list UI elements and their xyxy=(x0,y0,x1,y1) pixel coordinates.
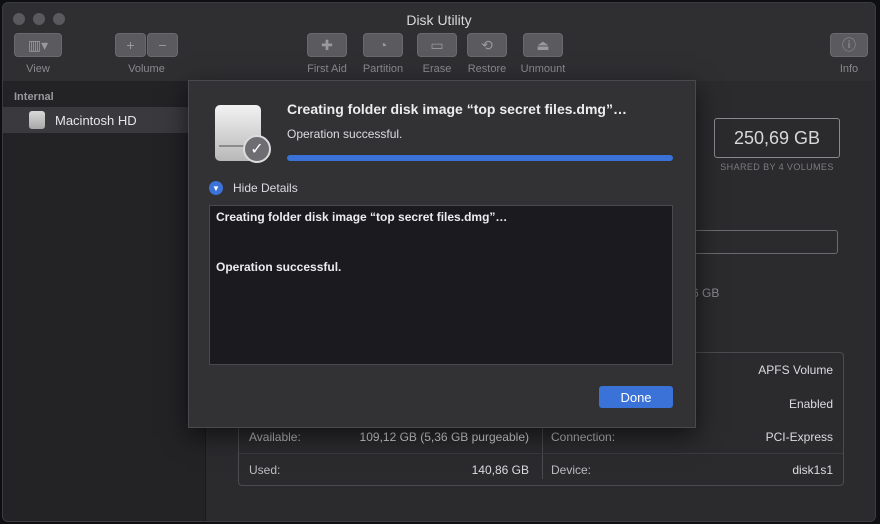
window-title: Disk Utility xyxy=(406,12,472,28)
connection-value: PCI-Express xyxy=(765,430,833,444)
row-divider xyxy=(239,453,843,454)
progress-fill xyxy=(287,155,673,161)
erase-icon: ▭ xyxy=(430,36,444,53)
partition-button[interactable]: ◔ xyxy=(363,33,403,57)
column-divider xyxy=(542,425,543,479)
first-aid-button[interactable]: ✚ xyxy=(307,33,347,57)
available-value: 109,12 GB (5,36 GB purgeable) xyxy=(359,430,529,444)
operation-status: Operation successful. xyxy=(287,127,403,141)
minus-icon: − xyxy=(158,37,167,53)
info-button[interactable]: ⓘ xyxy=(830,33,868,57)
info-icon: ⓘ xyxy=(842,37,856,53)
used-label: Used: xyxy=(249,463,281,477)
device-value: disk1s1 xyxy=(792,463,833,477)
stethoscope-icon: ✚ xyxy=(321,36,333,53)
sidebar-view-icon: ▥▾ xyxy=(27,36,49,53)
hard-disk-icon xyxy=(29,111,45,129)
eject-icon: ⏏ xyxy=(536,36,550,53)
log-line: Operation successful. xyxy=(216,260,342,274)
partition-icon: ◔ xyxy=(378,37,388,53)
restore-button[interactable]: ⟲ xyxy=(467,33,507,57)
type-value: APFS Volume xyxy=(758,363,833,377)
unmount-label: Unmount xyxy=(520,63,566,75)
plus-icon: + xyxy=(126,37,135,53)
sidebar-section-internal: Internal xyxy=(14,91,54,103)
disk-image-icon: ✓ xyxy=(215,101,271,163)
view-label: View xyxy=(26,63,50,75)
details-log[interactable]: Creating folder disk image “top secret f… xyxy=(209,205,673,365)
used-value: 140,86 GB xyxy=(471,463,529,477)
capacity-caption: SHARED BY 4 VOLUMES xyxy=(720,162,834,172)
partition-label: Partition xyxy=(362,63,404,75)
disclosure-triangle-icon[interactable]: ▼ xyxy=(209,181,223,195)
device-label: Device: xyxy=(551,463,592,477)
restore-label: Restore xyxy=(467,63,507,75)
title-bar: Disk Utility ▥▾ View + − Volume ✚ First … xyxy=(3,3,875,82)
done-button[interactable]: Done xyxy=(599,386,673,408)
partial-size-value: 6 GB xyxy=(692,286,720,300)
usage-bar xyxy=(690,230,838,254)
owners-value: Enabled xyxy=(788,397,833,411)
sidebar-item-label: Macintosh HD xyxy=(55,112,137,128)
view-button[interactable]: ▥▾ xyxy=(14,33,62,57)
log-line: Creating folder disk image “top secret f… xyxy=(216,210,508,224)
erase-button[interactable]: ▭ xyxy=(417,33,457,57)
sidebar-item-macintosh-hd[interactable]: Macintosh HD xyxy=(3,107,205,133)
operation-sheet: ✓ Creating folder disk image “top secret… xyxy=(188,80,696,428)
sidebar: Internal Macintosh HD xyxy=(3,81,206,521)
connection-label: Connection: xyxy=(551,430,616,444)
unmount-button[interactable]: ⏏ xyxy=(523,33,563,57)
operation-title: Creating folder disk image “top secret f… xyxy=(287,101,627,117)
capacity-value: 250,69 GB xyxy=(714,118,840,158)
remove-volume-button[interactable]: − xyxy=(147,33,178,57)
restore-icon: ⟲ xyxy=(481,36,493,53)
first-aid-label: First Aid xyxy=(307,63,347,75)
progress-bar xyxy=(287,155,673,161)
available-label: Available: xyxy=(249,430,301,444)
add-volume-button[interactable]: + xyxy=(115,33,146,57)
hide-details-toggle[interactable]: Hide Details xyxy=(233,181,298,195)
checkmark-icon: ✓ xyxy=(243,135,271,163)
info-label: Info xyxy=(839,63,859,75)
volume-label: Volume xyxy=(128,63,165,75)
